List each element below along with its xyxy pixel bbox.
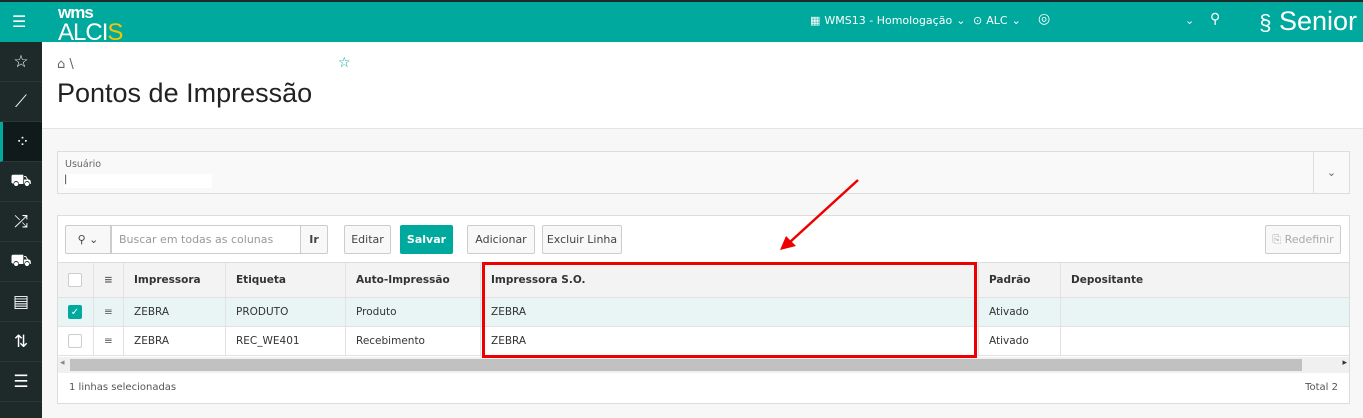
- annotation-arrow: [780, 179, 859, 250]
